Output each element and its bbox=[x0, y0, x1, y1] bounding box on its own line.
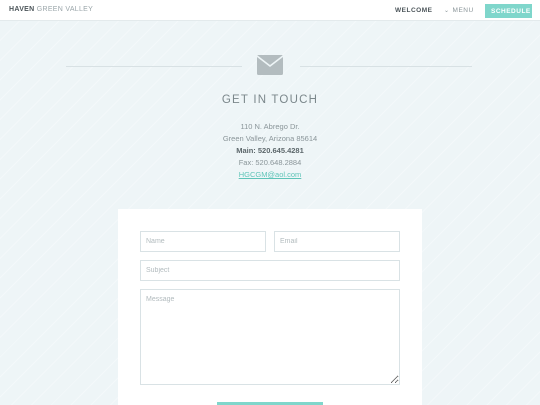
nav-welcome-link[interactable]: WELCOME bbox=[395, 7, 432, 14]
chevron-down-icon: ⌄ bbox=[444, 8, 450, 14]
message-field[interactable] bbox=[140, 289, 400, 385]
contact-info: 110 N. Abrego Dr. Green Valley, Arizona … bbox=[0, 121, 540, 181]
schedule-button[interactable]: SCHEDULE bbox=[485, 4, 532, 18]
fax-number: Fax: 520.648.2884 bbox=[238, 158, 302, 167]
brand-logo[interactable]: HAVEN GREEN VALLEY bbox=[9, 6, 93, 13]
contact-form bbox=[118, 209, 422, 405]
site-header: HAVEN GREEN VALLEY WELCOME ⌄ MENU SCHEDUL… bbox=[0, 0, 540, 21]
subject-field[interactable] bbox=[140, 260, 400, 281]
phone-number[interactable]: Main: 520.645.4281 bbox=[0, 145, 540, 157]
address-line-1: 110 N. Abrego Dr. bbox=[240, 122, 300, 131]
email-link[interactable]: HGCGM@aol.com bbox=[239, 170, 302, 179]
brand-location: GREEN VALLEY bbox=[36, 6, 94, 13]
address-line-2: Green Valley, Arizona 85614 bbox=[222, 134, 318, 143]
brand-name: HAVEN bbox=[9, 6, 35, 13]
name-field[interactable] bbox=[140, 231, 266, 252]
hero-divider-right bbox=[300, 66, 472, 67]
hero-divider-left bbox=[66, 66, 242, 67]
nav-menu-label: MENU bbox=[452, 7, 474, 14]
envelope-icon bbox=[257, 55, 283, 75]
page-title: GET IN TOUCH bbox=[221, 94, 319, 106]
nav-menu-toggle[interactable]: ⌄ MENU bbox=[444, 7, 474, 14]
email-field[interactable] bbox=[274, 231, 400, 252]
